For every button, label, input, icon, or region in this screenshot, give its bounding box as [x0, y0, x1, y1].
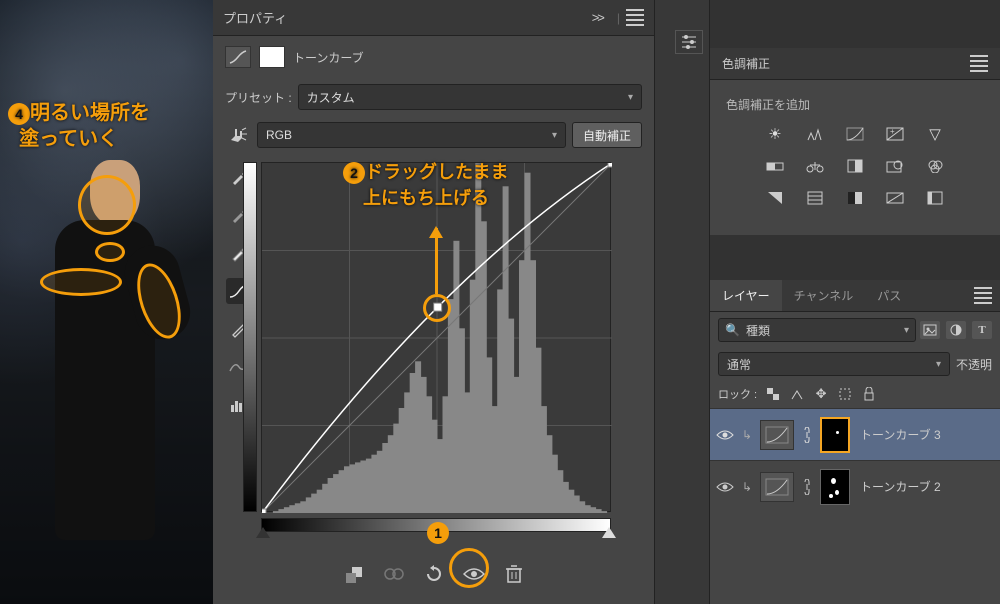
adjustments-hint: 色調補正を追加 — [726, 96, 986, 113]
layer-list: ↳ トーンカーブ 3 ↳ トーンカーブ 2 — [710, 408, 1000, 512]
properties-panel: プロパティ >> | トーンカーブ プリセット : カスタム▾ RGB▾ 自動補… — [213, 0, 655, 604]
white-point-slider[interactable] — [602, 527, 616, 538]
visibility-icon[interactable] — [716, 478, 734, 496]
clip-indicator-icon: ↳ — [740, 428, 754, 442]
lock-image-icon[interactable] — [789, 386, 805, 402]
canvas-preview[interactable]: 4明るい場所を 塗っていく — [0, 0, 213, 604]
tab-layers[interactable]: レイヤー — [710, 280, 782, 311]
filter-text-icon[interactable]: T — [972, 321, 992, 339]
annotation-arrow-up — [435, 228, 438, 294]
visibility-icon[interactable] — [716, 426, 734, 444]
channel-row: RGB▾ 自動補正 — [213, 116, 654, 154]
annotation-2-text: 2ドラッグしたまま 上にもち上げる — [343, 158, 508, 210]
filter-pixel-icon[interactable] — [920, 321, 940, 339]
tab-paths[interactable]: パス — [865, 280, 913, 311]
gradient-map-icon[interactable] — [882, 187, 908, 209]
annotation-ellipse-chest — [40, 268, 122, 296]
posterize-icon[interactable] — [802, 187, 828, 209]
curves-editor[interactable]: 2ドラッグしたまま 上にもち上げる 1 — [261, 160, 642, 544]
clip-to-layer-icon[interactable] — [342, 562, 366, 586]
blend-row: 通常▾ 不透明 — [710, 348, 1000, 380]
lock-label: ロック : — [718, 386, 757, 402]
adjustment-thumbnail[interactable] — [760, 472, 794, 502]
lock-row: ロック : ✥ — [710, 380, 1000, 408]
preset-row: プリセット : カスタム▾ — [213, 78, 654, 116]
annotation-circle-midpoint — [423, 294, 451, 322]
chevron-down-icon: ▾ — [628, 92, 633, 103]
auto-button[interactable]: 自動補正 — [572, 122, 642, 148]
layer-mask-thumbnail[interactable] — [820, 469, 850, 505]
adjustments-dock-icon[interactable] — [675, 30, 703, 54]
adjustment-name: トーンカーブ — [293, 49, 364, 66]
invert-icon[interactable] — [762, 187, 788, 209]
layer-item[interactable]: ↳ トーンカーブ 3 — [710, 408, 1000, 460]
annotation-badge-2: 2 — [343, 162, 365, 184]
delete-icon[interactable] — [502, 562, 526, 586]
annotation-ellipse-neck — [95, 242, 125, 262]
annotation-ellipse-face — [78, 175, 136, 235]
targeted-adjust-icon[interactable] — [225, 124, 251, 146]
adjustment-type-row: トーンカーブ — [213, 36, 654, 78]
chevron-down-icon: ▾ — [552, 130, 557, 141]
properties-title: プロパティ — [223, 8, 592, 27]
annotation-circle-clip-button — [449, 548, 489, 588]
layers-tabs: レイヤー チャンネル パス — [710, 280, 1000, 312]
adjustment-thumbnail[interactable] — [760, 420, 794, 450]
selective-color-icon[interactable] — [922, 187, 948, 209]
adjustments-tab[interactable]: 色調補正 — [710, 48, 1000, 80]
curve-grid[interactable] — [261, 162, 611, 512]
channel-select[interactable]: RGB▾ — [257, 122, 566, 148]
collapse-button[interactable]: >> — [592, 10, 603, 25]
channel-mixer-icon[interactable] — [922, 155, 948, 177]
opacity-label: 不透明 — [956, 356, 992, 373]
lock-artboard-icon[interactable] — [837, 386, 853, 402]
layer-filter-select[interactable]: 🔍 種類 ▾ — [718, 318, 916, 342]
layer-name[interactable]: トーンカーブ 2 — [860, 478, 941, 495]
layer-name[interactable]: トーンカーブ 3 — [860, 426, 941, 443]
view-previous-icon[interactable] — [382, 562, 406, 586]
layer-filter-row: 🔍 種類 ▾ T — [710, 312, 1000, 348]
curves-icon — [225, 46, 251, 68]
brightness-icon[interactable]: ☀ — [762, 123, 788, 145]
lock-all-icon[interactable] — [861, 386, 877, 402]
filter-adjust-icon[interactable] — [946, 321, 966, 339]
properties-header: プロパティ >> | — [213, 0, 654, 36]
lock-transparent-icon[interactable] — [765, 386, 781, 402]
svg-text:+: + — [890, 127, 895, 136]
annotation-4-text: 4明るい場所を 塗っていく — [8, 100, 150, 152]
properties-footer — [213, 544, 654, 604]
levels-icon[interactable] — [802, 123, 828, 145]
panel-menu-icon[interactable] — [626, 9, 644, 26]
preset-label: プリセット : — [225, 89, 292, 106]
curves-adj-icon[interactable] — [842, 123, 868, 145]
reset-icon[interactable] — [422, 562, 446, 586]
output-gradient — [243, 162, 257, 512]
photo-filter-icon[interactable] — [882, 155, 908, 177]
mask-icon[interactable] — [259, 46, 285, 68]
blend-mode-select[interactable]: 通常▾ — [718, 352, 950, 376]
adjustments-panel: 色調補正 色調補正を追加 ☀ + ▽ — [710, 48, 1000, 235]
dock-strip — [655, 0, 710, 604]
lock-position-icon[interactable]: ✥ — [813, 386, 829, 402]
bw-icon[interactable] — [842, 155, 868, 177]
preset-select[interactable]: カスタム▾ — [298, 84, 642, 110]
tab-channels[interactable]: チャンネル — [782, 280, 866, 311]
black-point-slider[interactable] — [256, 527, 270, 538]
color-balance-icon[interactable] — [802, 155, 828, 177]
threshold-icon[interactable] — [842, 187, 868, 209]
panel-menu-icon[interactable] — [974, 287, 992, 304]
link-mask-icon[interactable] — [800, 427, 814, 443]
annotation-badge-1: 1 — [427, 522, 449, 544]
hue-icon[interactable] — [762, 155, 788, 177]
link-mask-icon[interactable] — [800, 479, 814, 495]
clip-indicator-icon: ↳ — [740, 480, 754, 494]
layer-item[interactable]: ↳ トーンカーブ 2 — [710, 460, 1000, 512]
search-icon: 🔍 — [725, 323, 740, 337]
vibrance-icon[interactable]: ▽ — [922, 123, 948, 145]
layer-mask-thumbnail[interactable] — [820, 417, 850, 453]
panel-menu-icon[interactable] — [970, 55, 988, 72]
layers-panel: レイヤー チャンネル パス 🔍 種類 ▾ T 通常▾ 不透明 ロック : ✥ 3… — [710, 280, 1000, 604]
annotation-badge-4: 4 — [8, 103, 30, 125]
exposure-icon[interactable]: + — [882, 123, 908, 145]
